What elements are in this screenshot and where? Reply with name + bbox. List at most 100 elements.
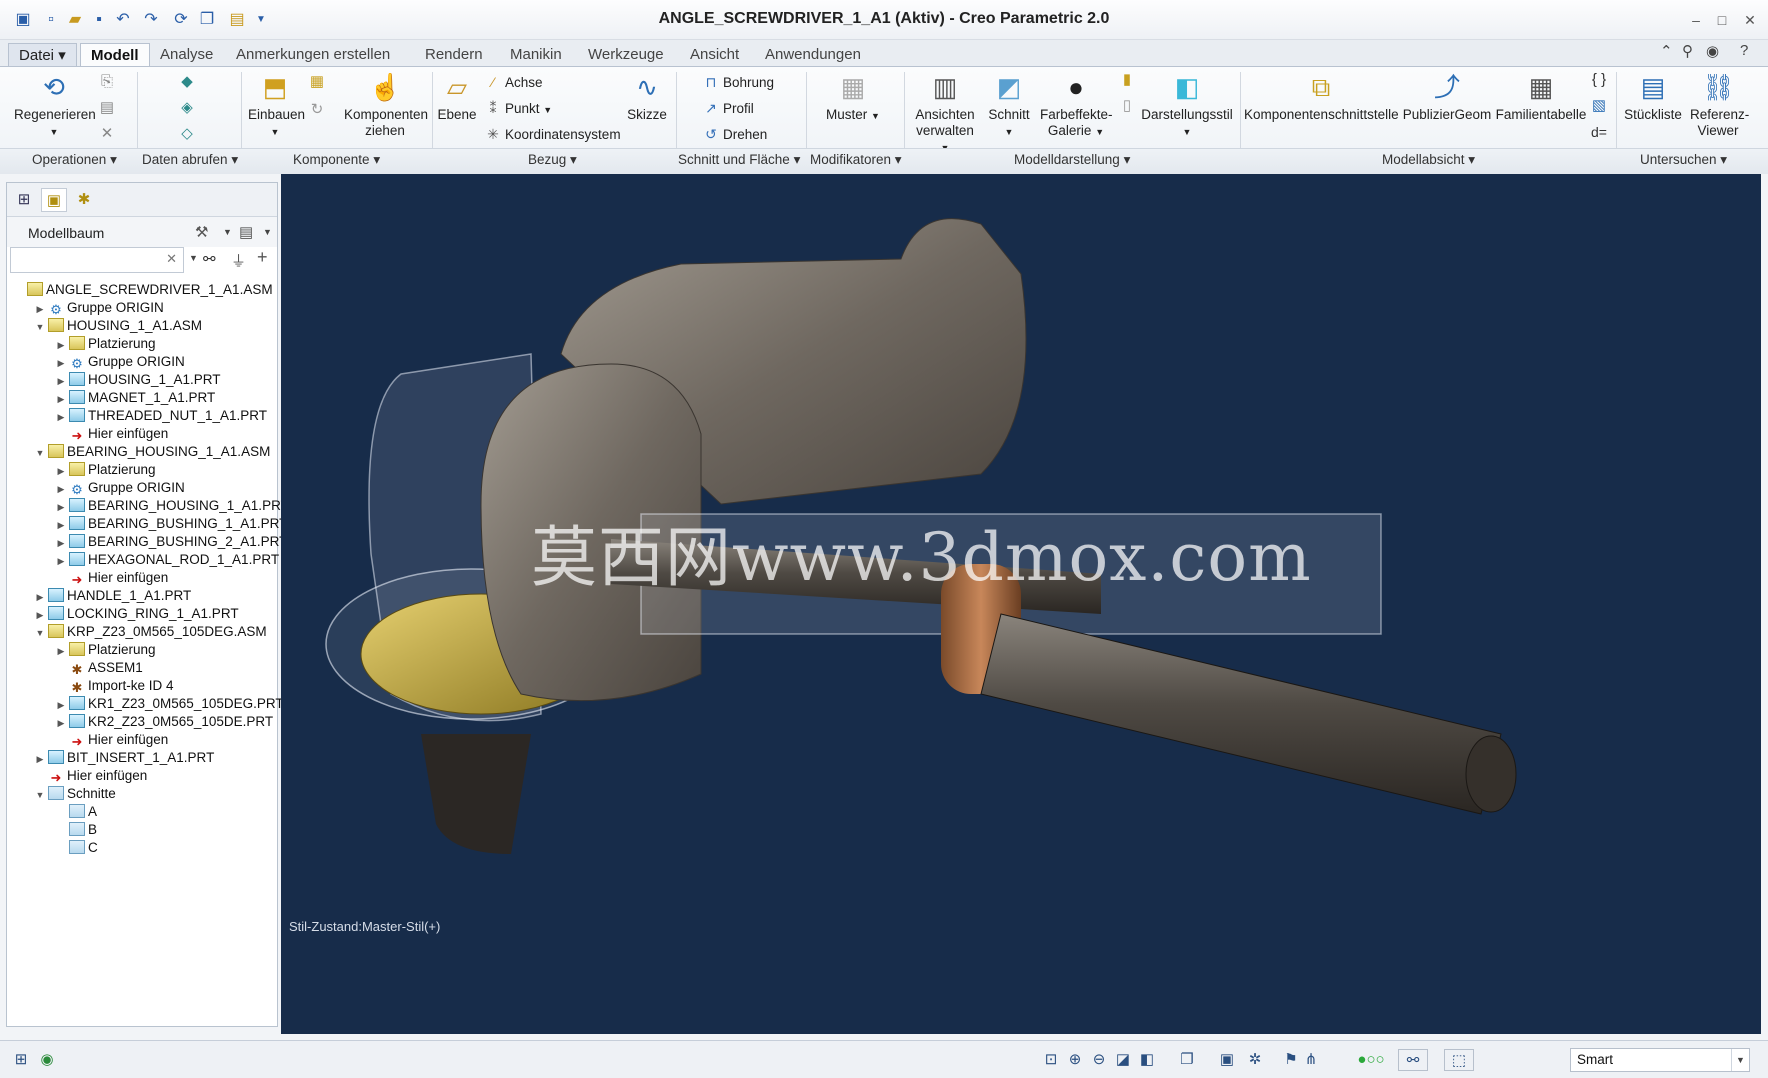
- expand-icon[interactable]: ▶: [55, 408, 67, 426]
- tab-modell[interactable]: Modell: [80, 43, 150, 67]
- expand-icon[interactable]: ▶: [34, 750, 46, 768]
- copy-icon[interactable]: ⎘: [96, 71, 118, 93]
- graphics-viewport[interactable]: 莫西网www.3dmox.com Stil-Zustand:Master-Sti…: [281, 174, 1761, 1034]
- zoom-in-icon[interactable]: ⊕: [1064, 1049, 1086, 1071]
- delete-icon[interactable]: ✕: [96, 123, 118, 145]
- tree-item[interactable]: ▶ BEARING_BUSHING_1_A1.PRT: [55, 515, 287, 533]
- tree-search-input[interactable]: ✕: [10, 247, 184, 273]
- add-column-icon[interactable]: +: [257, 247, 268, 268]
- regenerieren-button[interactable]: ⟲ Regenerieren ▼: [14, 71, 96, 140]
- tree-item[interactable]: ▼ HOUSING_1_A1.ASM: [34, 317, 202, 335]
- close-icon[interactable]: ✕: [1737, 8, 1763, 32]
- drehen-button[interactable]: ↺ Drehen: [702, 125, 767, 144]
- profil-button[interactable]: ↗ Profil: [702, 99, 754, 118]
- expand-icon[interactable]: ▶: [55, 462, 67, 480]
- tree-item[interactable]: ▶ KR2_Z23_0M565_105DE.PRT: [55, 713, 273, 731]
- repeat-icon[interactable]: ↻: [306, 99, 328, 121]
- display-style-icon[interactable]: ◧: [1136, 1049, 1158, 1071]
- einbauen-button[interactable]: ⬒ Einbauen ▼: [248, 71, 305, 140]
- tree-item[interactable]: ➜ Hier einfügen: [34, 767, 148, 785]
- find-binoculars-icon[interactable]: ⚯: [203, 250, 216, 268]
- tree-item[interactable]: ▶ HEXAGONAL_ROD_1_A1.PRT: [55, 551, 279, 569]
- tab-analyse[interactable]: Analyse: [150, 43, 223, 67]
- selection-filter-select[interactable]: Smart ▼: [1570, 1048, 1750, 1072]
- tab-anwendungen[interactable]: Anwendungen: [755, 43, 871, 67]
- bohrung-button[interactable]: ⊓ Bohrung: [702, 73, 775, 92]
- help-icon[interactable]: ?: [1740, 42, 1748, 59]
- view-manager-icon[interactable]: ▣: [1216, 1049, 1238, 1071]
- tree-item[interactable]: ✱ Import-ke ID 4: [55, 677, 174, 695]
- farbeffekte-galerie-button[interactable]: ● Farbeffekte-Galerie ▼: [1040, 71, 1113, 140]
- expand-icon[interactable]: ▶: [55, 534, 67, 552]
- tree-item[interactable]: ▶ HOUSING_1_A1.PRT: [55, 371, 221, 389]
- tree-item[interactable]: ➜ Hier einfügen: [55, 731, 169, 749]
- expand-icon[interactable]: ▶: [55, 714, 67, 732]
- relations-icon[interactable]: { }: [1588, 69, 1610, 91]
- collapse-icon[interactable]: ▼: [34, 786, 46, 804]
- scene-icon-1[interactable]: ▮: [1116, 69, 1138, 91]
- group-schnitt-und-flaeche[interactable]: Schnitt und Fläche ▾: [678, 152, 800, 168]
- spin-center-icon[interactable]: ⚑: [1280, 1049, 1302, 1071]
- expand-icon[interactable]: ▶: [55, 696, 67, 714]
- search-icon[interactable]: ⚲: [1682, 42, 1693, 60]
- group-daten-abrufen[interactable]: Daten abrufen ▾: [142, 152, 238, 168]
- settings-icon[interactable]: ⚒: [195, 223, 208, 241]
- tree-item[interactable]: ▶ BEARING_HOUSING_1_A1.PRT: [55, 497, 289, 515]
- tree-item[interactable]: ➜ Hier einfügen: [55, 425, 169, 443]
- select-box-icon[interactable]: ⬚: [1444, 1049, 1474, 1071]
- expand-icon[interactable]: ▶: [34, 588, 46, 606]
- tab-anmerkungen-erstellen[interactable]: Anmerkungen erstellen: [226, 43, 400, 67]
- expand-icon[interactable]: ▶: [55, 516, 67, 534]
- expand-icon[interactable]: ▶: [55, 552, 67, 570]
- filter-icon[interactable]: ⏚: [231, 250, 246, 271]
- group-komponente[interactable]: Komponente ▾: [293, 152, 380, 168]
- darstellungsstil-button[interactable]: ◧ Darstellungsstil ▼: [1140, 71, 1234, 140]
- schnitt-button[interactable]: ◩ Schnitt ▼: [984, 71, 1034, 140]
- collapse-icon[interactable]: ▼: [34, 318, 46, 336]
- repaint-icon[interactable]: ◪: [1112, 1049, 1134, 1071]
- skizze-button[interactable]: ∿ Skizze: [622, 71, 672, 123]
- scene-icon-2[interactable]: ▯: [1116, 95, 1138, 117]
- tree-item[interactable]: ▼ KRP_Z23_0M565_105DEG.ASM: [34, 623, 267, 641]
- get-data-icon-3[interactable]: ◇: [176, 123, 198, 145]
- tab-manikin[interactable]: Manikin: [500, 43, 572, 67]
- expand-icon[interactable]: ▶: [55, 390, 67, 408]
- tree-item[interactable]: ▶ MAGNET_1_A1.PRT: [55, 389, 215, 407]
- expand-icon[interactable]: ▶: [55, 354, 67, 372]
- model-tree-tab-icon[interactable]: ⊞: [11, 188, 37, 212]
- datum-display-icon[interactable]: ✲: [1244, 1049, 1266, 1071]
- tab-rendern[interactable]: Rendern: [415, 43, 493, 67]
- navigator-toggle-icon[interactable]: ⊞: [10, 1049, 32, 1071]
- d-equals-button[interactable]: d=: [1586, 121, 1612, 143]
- group-modellabsicht[interactable]: Modellabsicht ▾: [1382, 152, 1475, 168]
- group-untersuchen[interactable]: Untersuchen ▾: [1640, 152, 1727, 168]
- tree-item[interactable]: ➜ Hier einfügen: [55, 569, 169, 587]
- tree-item[interactable]: ▶ Platzierung: [55, 641, 156, 659]
- settings-dropdown-icon[interactable]: ▼: [223, 227, 232, 237]
- saved-orientations-icon[interactable]: ❐: [1176, 1049, 1198, 1071]
- annotation-display-icon[interactable]: ⋔: [1300, 1049, 1322, 1071]
- achse-button[interactable]: ⁄ Achse: [484, 73, 543, 92]
- tree-item[interactable]: ▶ BEARING_BUSHING_2_A1.PRT: [55, 533, 287, 551]
- collapse-icon[interactable]: ▼: [34, 444, 46, 462]
- expand-icon[interactable]: ▶: [55, 498, 67, 516]
- tree-item[interactable]: C: [55, 839, 98, 857]
- tab-ansicht[interactable]: Ansicht: [680, 43, 749, 67]
- tree-item[interactable]: ANGLE_SCREWDRIVER_1_A1.ASM: [13, 281, 273, 299]
- expand-icon[interactable]: ▶: [55, 642, 67, 660]
- show-dropdown-icon[interactable]: ▼: [263, 227, 272, 237]
- komponentenschnittstelle-button[interactable]: ⧉ Komponentenschnittstelle: [1244, 71, 1399, 123]
- tab-datei[interactable]: Datei ▾: [8, 43, 77, 67]
- expand-icon[interactable]: ▶: [55, 372, 67, 390]
- ebene-button[interactable]: ▱ Ebene: [436, 71, 478, 123]
- folder-browser-tab-icon[interactable]: ▣: [41, 188, 67, 212]
- favorites-tab-icon[interactable]: ✱: [71, 188, 97, 212]
- familientabelle-button[interactable]: ▦ Familientabelle: [1494, 71, 1588, 123]
- tree-item[interactable]: ▶ THREADED_NUT_1_A1.PRT: [55, 407, 267, 425]
- find-icon[interactable]: ⚯: [1398, 1049, 1428, 1071]
- tree-item[interactable]: ▶ ⚙ Gruppe ORIGIN: [34, 299, 164, 317]
- clear-search-icon[interactable]: ✕: [166, 251, 177, 267]
- komponenten-ziehen-button[interactable]: ☝ Komponenten ziehen: [344, 71, 428, 139]
- tree-item[interactable]: B: [55, 821, 97, 839]
- get-data-icon-2[interactable]: ◈: [176, 97, 198, 119]
